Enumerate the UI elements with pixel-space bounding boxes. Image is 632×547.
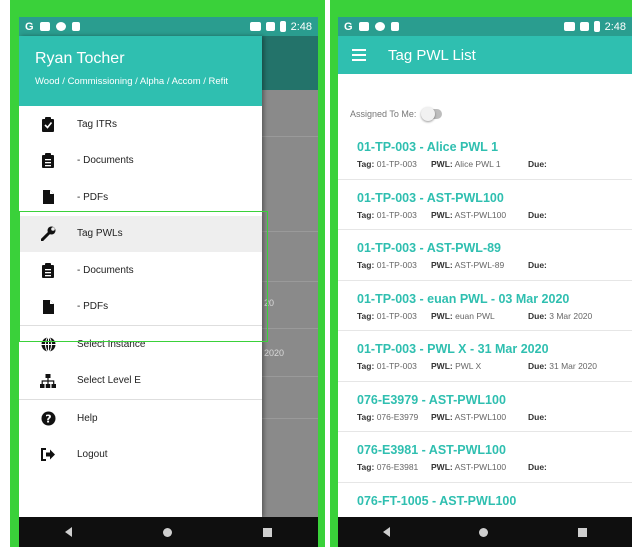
pwl-item-meta: Tag: 01-TP-003 PWL: AST-PWL-89 Due: bbox=[357, 260, 547, 270]
divider bbox=[262, 328, 318, 329]
menu-icon[interactable] bbox=[352, 49, 366, 61]
menu-item-tag-itrs[interactable]: Tag ITRs bbox=[19, 106, 262, 143]
pwl-item-meta: Tag: 076-E3981 PWL: AST-PWL100 Due: bbox=[357, 462, 547, 472]
sd-card-icon bbox=[71, 22, 80, 31]
question-circle-icon: ? bbox=[19, 411, 77, 426]
battery-icon bbox=[593, 21, 600, 32]
page-title: Tag PWL List bbox=[388, 46, 476, 64]
pwl-list: 01-TP-003 - Alice PWL 1 Tag: 01-TP-003 P… bbox=[338, 129, 632, 533]
svg-text:?: ? bbox=[45, 412, 51, 425]
home-icon[interactable] bbox=[162, 527, 172, 537]
context-path: Wood / Commissioning / Alpha / Accom / R… bbox=[35, 76, 229, 87]
list-item[interactable]: 01-TP-003 - euan PWL - 03 Mar 2020 Tag: … bbox=[338, 281, 632, 331]
clipboard-check-icon bbox=[19, 116, 77, 132]
wifi-icon bbox=[249, 22, 261, 31]
file-icon bbox=[19, 190, 77, 205]
sd-card-icon bbox=[390, 22, 399, 31]
pwl-item-meta: Tag: 076-E3979 PWL: AST-PWL100 Due: bbox=[357, 411, 547, 422]
circle-icon bbox=[55, 22, 66, 31]
status-bar: G 2:48 bbox=[338, 17, 632, 36]
list-item[interactable]: 01-TP-003 - Alice PWL 1 Tag: 01-TP-003 P… bbox=[338, 129, 632, 180]
divider bbox=[262, 418, 318, 419]
pwl-item-title: 01-TP-003 - AST-PWL100 bbox=[357, 190, 504, 205]
status-bar: G 2:48 bbox=[19, 17, 318, 36]
pwl-item-title: 01-TP-003 - euan PWL - 03 Mar 2020 bbox=[357, 291, 570, 306]
wifi-icon bbox=[563, 22, 575, 31]
pwl-item-title: 01-TP-003 - PWL X - 31 Mar 2020 bbox=[357, 342, 549, 356]
status-time: 2:48 bbox=[604, 20, 626, 33]
google-icon: G bbox=[344, 20, 353, 33]
pwl-item-meta: Tag: 01-TP-003 PWL: euan PWL Due: 3 Mar … bbox=[357, 310, 593, 321]
home-icon[interactable] bbox=[479, 527, 489, 537]
back-icon[interactable] bbox=[382, 527, 390, 537]
menu-item-label: Select Level E bbox=[77, 375, 141, 387]
recents-icon[interactable] bbox=[263, 527, 273, 537]
image-icon bbox=[39, 22, 50, 31]
menu-item-select-level[interactable]: Select Level E bbox=[19, 363, 262, 400]
drawer-header: Ryan Tocher Wood / Commissioning / Alpha… bbox=[19, 36, 262, 106]
annotation-highlight-box bbox=[19, 211, 268, 342]
signal-icon bbox=[265, 22, 275, 31]
system-nav-bar bbox=[19, 517, 318, 547]
image-icon bbox=[358, 22, 369, 31]
battery-icon bbox=[279, 21, 286, 32]
menu-item-label: Logout bbox=[77, 449, 108, 461]
list-item[interactable]: 01-TP-003 - AST-PWL100 Tag: 01-TP-003 PW… bbox=[338, 180, 632, 230]
user-name: Ryan Tocher bbox=[35, 50, 125, 67]
pwl-item-title: 01-TP-003 - AST-PWL-89 bbox=[357, 241, 502, 255]
pwl-item-meta: Tag: 01-TP-003 PWL: PWL X Due: 31 Mar 20… bbox=[357, 361, 597, 371]
menu-item-label: Tag ITRs bbox=[77, 118, 118, 130]
right-phone-screen: G 2:48 Tag PWL List Assigned To Me: 01-T… bbox=[338, 17, 632, 547]
menu-item-itr-documents[interactable]: - Documents bbox=[19, 143, 262, 180]
sitemap-icon bbox=[19, 373, 77, 388]
status-time: 2:48 bbox=[290, 20, 312, 33]
pwl-item-title: 01-TP-003 - Alice PWL 1 bbox=[357, 140, 499, 154]
background-screen: 20 2020 bbox=[262, 36, 318, 517]
menu-item-help[interactable]: ? Help bbox=[19, 400, 262, 437]
sign-out-icon bbox=[19, 448, 77, 462]
menu-item-logout[interactable]: Logout bbox=[19, 437, 262, 474]
menu-item-label: Help bbox=[77, 412, 98, 424]
pwl-item-title: 076-E3979 - AST-PWL100 bbox=[357, 392, 506, 407]
recents-icon[interactable] bbox=[578, 527, 588, 537]
list-item[interactable]: 076-E3979 - AST-PWL100 Tag: 076-E3979 PW… bbox=[338, 382, 632, 432]
pwl-item-title: 076-FT-1005 - AST-PWL100 bbox=[357, 493, 517, 508]
system-nav-bar bbox=[338, 517, 632, 547]
google-icon: G bbox=[25, 20, 34, 33]
divider bbox=[262, 376, 318, 377]
divider bbox=[262, 136, 318, 137]
pwl-item-title: 076-E3981 - AST-PWL100 bbox=[357, 443, 506, 457]
background-app-bar bbox=[262, 36, 318, 90]
back-icon[interactable] bbox=[64, 527, 72, 537]
menu-item-label: - Documents bbox=[77, 155, 134, 167]
signal-icon bbox=[579, 22, 589, 31]
divider bbox=[262, 281, 318, 282]
assigned-to-me-label: Assigned To Me: bbox=[350, 109, 417, 119]
app-bar: Tag PWL List bbox=[338, 36, 632, 74]
clipboard-list-icon bbox=[19, 153, 77, 169]
divider bbox=[262, 231, 318, 232]
assigned-to-me-toggle[interactable] bbox=[421, 107, 443, 121]
assigned-to-me-filter: Assigned To Me: bbox=[350, 107, 443, 121]
circle-icon bbox=[374, 22, 385, 31]
background-text: 2020 bbox=[264, 348, 285, 358]
pwl-item-meta: Tag: 01-TP-003 PWL: AST-PWL100 Due: bbox=[357, 209, 547, 220]
list-item[interactable]: 01-TP-003 - AST-PWL-89 Tag: 01-TP-003 PW… bbox=[338, 230, 632, 281]
pwl-item-meta: Tag: 01-TP-003 PWL: Alice PWL 1 Due: bbox=[357, 159, 547, 169]
list-item[interactable]: 076-E3981 - AST-PWL100 Tag: 076-E3981 PW… bbox=[338, 432, 632, 483]
list-item[interactable]: 01-TP-003 - PWL X - 31 Mar 2020 Tag: 01-… bbox=[338, 331, 632, 382]
menu-item-label: - PDFs bbox=[77, 191, 109, 203]
